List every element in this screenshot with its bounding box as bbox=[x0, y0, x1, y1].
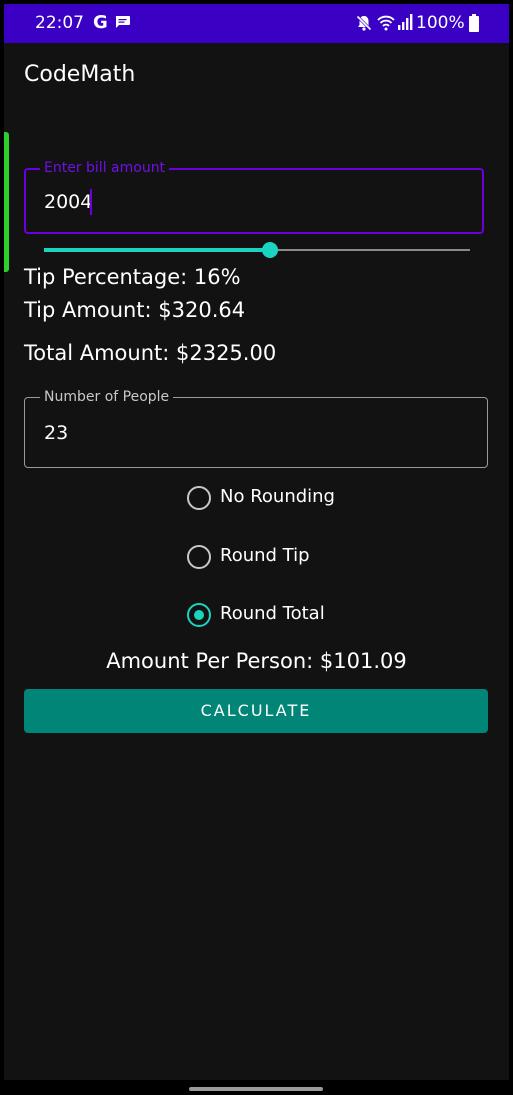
signal-icon bbox=[398, 14, 413, 30]
radio-button[interactable] bbox=[187, 486, 211, 510]
number-of-people-input[interactable]: 23 bbox=[44, 422, 68, 444]
screen-frame-top bbox=[0, 0, 513, 4]
text-cursor bbox=[90, 189, 92, 215]
battery-icon bbox=[469, 14, 479, 32]
battery-percent: 100% bbox=[416, 13, 465, 33]
radio-label: Round Tip bbox=[220, 545, 310, 566]
amount-per-person-text: Amount Per Person: $101.09 bbox=[106, 649, 407, 673]
mute-icon bbox=[356, 15, 372, 31]
app-title: CodeMath bbox=[24, 62, 136, 87]
radio-label: No Rounding bbox=[220, 486, 335, 507]
screen-frame-left bbox=[0, 0, 4, 1095]
number-of-people-label: Number of People bbox=[40, 389, 174, 405]
edge-panel-handle[interactable] bbox=[4, 132, 9, 272]
bill-amount-label: Enter bill amount bbox=[40, 160, 170, 176]
number-of-people-field[interactable] bbox=[24, 397, 488, 468]
radio-button-selected[interactable] bbox=[187, 603, 211, 627]
bill-amount-field[interactable] bbox=[24, 168, 484, 234]
tip-slider-fill bbox=[44, 248, 270, 252]
radio-label: Round Total bbox=[220, 603, 325, 624]
google-icon: G bbox=[93, 12, 108, 33]
total-amount-text: Total Amount: $2325.00 bbox=[24, 341, 277, 365]
calculate-button[interactable]: CALCULATE bbox=[24, 689, 488, 733]
wifi-icon bbox=[377, 15, 395, 31]
radio-button[interactable] bbox=[187, 545, 211, 569]
tip-slider-thumb[interactable] bbox=[261, 242, 278, 258]
app-screen: 22:07 G 100% CodeMath Enter bill amount … bbox=[0, 0, 513, 1095]
bill-amount-input[interactable]: 2004 bbox=[44, 191, 92, 213]
tip-percentage-text: Tip Percentage: 16% bbox=[24, 265, 241, 289]
message-icon bbox=[115, 16, 130, 28]
status-time: 22:07 bbox=[35, 13, 84, 33]
status-bar: 22:07 G 100% bbox=[4, 4, 509, 43]
radio-selected-dot bbox=[194, 610, 204, 620]
home-indicator[interactable] bbox=[189, 1087, 323, 1091]
tip-amount-text: Tip Amount: $320.64 bbox=[24, 298, 246, 322]
screen-frame-right bbox=[509, 0, 513, 1095]
